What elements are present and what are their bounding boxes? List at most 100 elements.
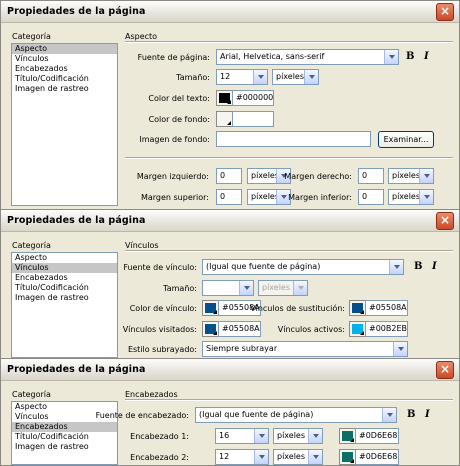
active-color-swatch[interactable] (349, 321, 366, 337)
margin-top-units[interactable]: píxeles (247, 189, 291, 205)
category-item-titulo[interactable]: Título/Codificación (12, 432, 117, 442)
bold-button[interactable]: B (406, 51, 414, 62)
chevron-down-icon (253, 70, 267, 84)
link-font-label: Fuente de vínculo: (123, 263, 197, 272)
underline-style-value: Siempre subrayar (206, 344, 278, 353)
category-item-imagen-rastreo[interactable]: Imagen de rastreo (12, 293, 117, 303)
h2-size-value: 12 (219, 452, 230, 461)
units-value: píxeles (392, 171, 421, 180)
h2-size-select[interactable]: 12 (215, 449, 269, 465)
title-bar[interactable]: Propiedades de la página × (1, 210, 459, 232)
margin-left-label: Margen izquierdo: (136, 172, 209, 181)
category-label: Categoría (12, 32, 51, 41)
active-color-input[interactable]: #00B2EB (365, 321, 408, 337)
page-font-label: Fuente de página: (137, 53, 210, 62)
h2-color-input[interactable]: #0D6E68 (355, 449, 399, 465)
h1-color-input[interactable]: #0D6E68 (355, 428, 399, 444)
h1-units-select[interactable]: píxeles (273, 428, 323, 444)
category-item-imagen-rastreo[interactable]: Imagen de rastreo (12, 84, 117, 94)
close-button[interactable]: × (436, 361, 454, 379)
category-item-encabezados[interactable]: Encabezados (12, 64, 117, 74)
bg-color-input[interactable] (232, 111, 274, 127)
italic-button[interactable]: I (425, 409, 430, 420)
title-bar[interactable]: Propiedades de la página × (1, 1, 459, 23)
margin-bottom-input[interactable]: 0 (358, 189, 384, 205)
chevron-down-icon (293, 281, 307, 295)
heading-font-value: (Igual que fuente de página) (199, 410, 314, 419)
dropdown-triangle-icon (213, 331, 217, 335)
divider (125, 399, 453, 401)
dropdown-triangle-icon (360, 310, 364, 314)
category-item-vinculos[interactable]: Vínculos (12, 263, 117, 273)
close-button[interactable]: × (436, 3, 454, 21)
units-value: píxeles (251, 171, 280, 180)
category-item-titulo[interactable]: Título/Codificación (12, 74, 117, 84)
category-item-imagen-rastreo[interactable]: Imagen de rastreo (12, 442, 117, 452)
units-value: píxeles (277, 431, 306, 440)
window-title: Propiedades de la página (7, 6, 146, 17)
close-button[interactable]: × (436, 212, 454, 230)
category-item-encabezados[interactable]: Encabezados (12, 422, 117, 432)
margin-right-units[interactable]: píxeles (388, 168, 434, 184)
visited-color-input[interactable]: #05508A (218, 321, 261, 337)
link-color-swatch[interactable] (202, 300, 219, 316)
bg-image-input[interactable] (216, 131, 371, 147)
size-select[interactable]: 12 (216, 69, 268, 85)
category-item-vinculos[interactable]: Vínculos (12, 54, 117, 64)
bold-button[interactable]: B (407, 409, 415, 420)
text-color-input[interactable]: #000000 (232, 90, 274, 106)
h2-color-swatch[interactable] (339, 449, 356, 465)
chevron-down-icon (308, 450, 322, 464)
size-units-select[interactable]: píxeles (272, 69, 319, 85)
margin-bottom-label: Margen inferior: (288, 193, 352, 202)
browse-button[interactable]: Examinar... (378, 131, 434, 148)
h1-size-value: 16 (219, 431, 230, 440)
h1-color-swatch[interactable] (339, 428, 356, 444)
visited-color-swatch[interactable] (202, 321, 219, 337)
page-font-value: Arial, Helvetica, sans-serif (220, 52, 325, 61)
page-properties-dialog-encabezados: Propiedades de la página × Categoría Asp… (0, 358, 460, 466)
units-value: píxeles (392, 192, 421, 201)
margin-right-label: Margen derecho: (284, 172, 352, 181)
heading-font-select[interactable]: (Igual que fuente de página) (195, 407, 397, 423)
size-select[interactable] (202, 280, 254, 296)
category-list[interactable]: Aspecto Vínculos Encabezados Título/Codi… (11, 252, 118, 358)
bg-color-swatch[interactable] (216, 111, 233, 127)
category-item-encabezados[interactable]: Encabezados (12, 273, 117, 283)
margin-top-input[interactable]: 0 (216, 189, 242, 205)
margin-right-input[interactable]: 0 (358, 168, 384, 184)
rollover-color-swatch[interactable] (349, 300, 366, 316)
page-font-select[interactable]: Arial, Helvetica, sans-serif (216, 49, 399, 65)
title-bar[interactable]: Propiedades de la página × (1, 359, 459, 381)
category-list[interactable]: Aspecto Vínculos Encabezados Título/Codi… (11, 43, 118, 206)
chevron-down-icon (239, 281, 253, 295)
visited-links-label: Vínculos visitados: (122, 325, 197, 334)
section-heading: Aspecto (125, 32, 158, 41)
size-label: Tamaño: (176, 73, 210, 82)
size-units-select[interactable]: píxeles (258, 280, 308, 296)
chevron-down-icon (384, 50, 398, 64)
margin-bottom-units[interactable]: píxeles (388, 189, 434, 205)
h2-units-select[interactable]: píxeles (273, 449, 323, 465)
units-value: píxeles (276, 72, 305, 81)
rollover-color-input[interactable]: #05508A (365, 300, 408, 316)
category-item-aspecto[interactable]: Aspecto (12, 253, 117, 263)
text-color-swatch[interactable] (216, 90, 233, 106)
category-label: Categoría (12, 241, 51, 250)
h1-label: Encabezado 1: (130, 432, 189, 441)
category-item-titulo[interactable]: Título/Codificación (12, 283, 117, 293)
active-links-label: Vínculos activos: (277, 325, 345, 334)
italic-button[interactable]: I (424, 51, 429, 62)
bold-button[interactable]: B (414, 261, 422, 272)
section-heading: Encabezados (125, 390, 178, 399)
h1-size-select[interactable]: 16 (215, 428, 269, 444)
chevron-down-icon (389, 260, 403, 274)
margin-left-input[interactable]: 0 (216, 168, 242, 184)
chevron-down-icon (419, 190, 433, 204)
category-item-aspecto[interactable]: Aspecto (12, 44, 117, 54)
page-properties-dialog-vinculos: Propiedades de la página × Categoría Asp… (0, 209, 460, 359)
underline-style-select[interactable]: Siempre subrayar (202, 341, 408, 357)
link-color-label: Color de vínculo: (129, 304, 197, 313)
link-font-select[interactable]: (Igual que fuente de página) (202, 259, 404, 275)
italic-button[interactable]: I (432, 261, 437, 272)
